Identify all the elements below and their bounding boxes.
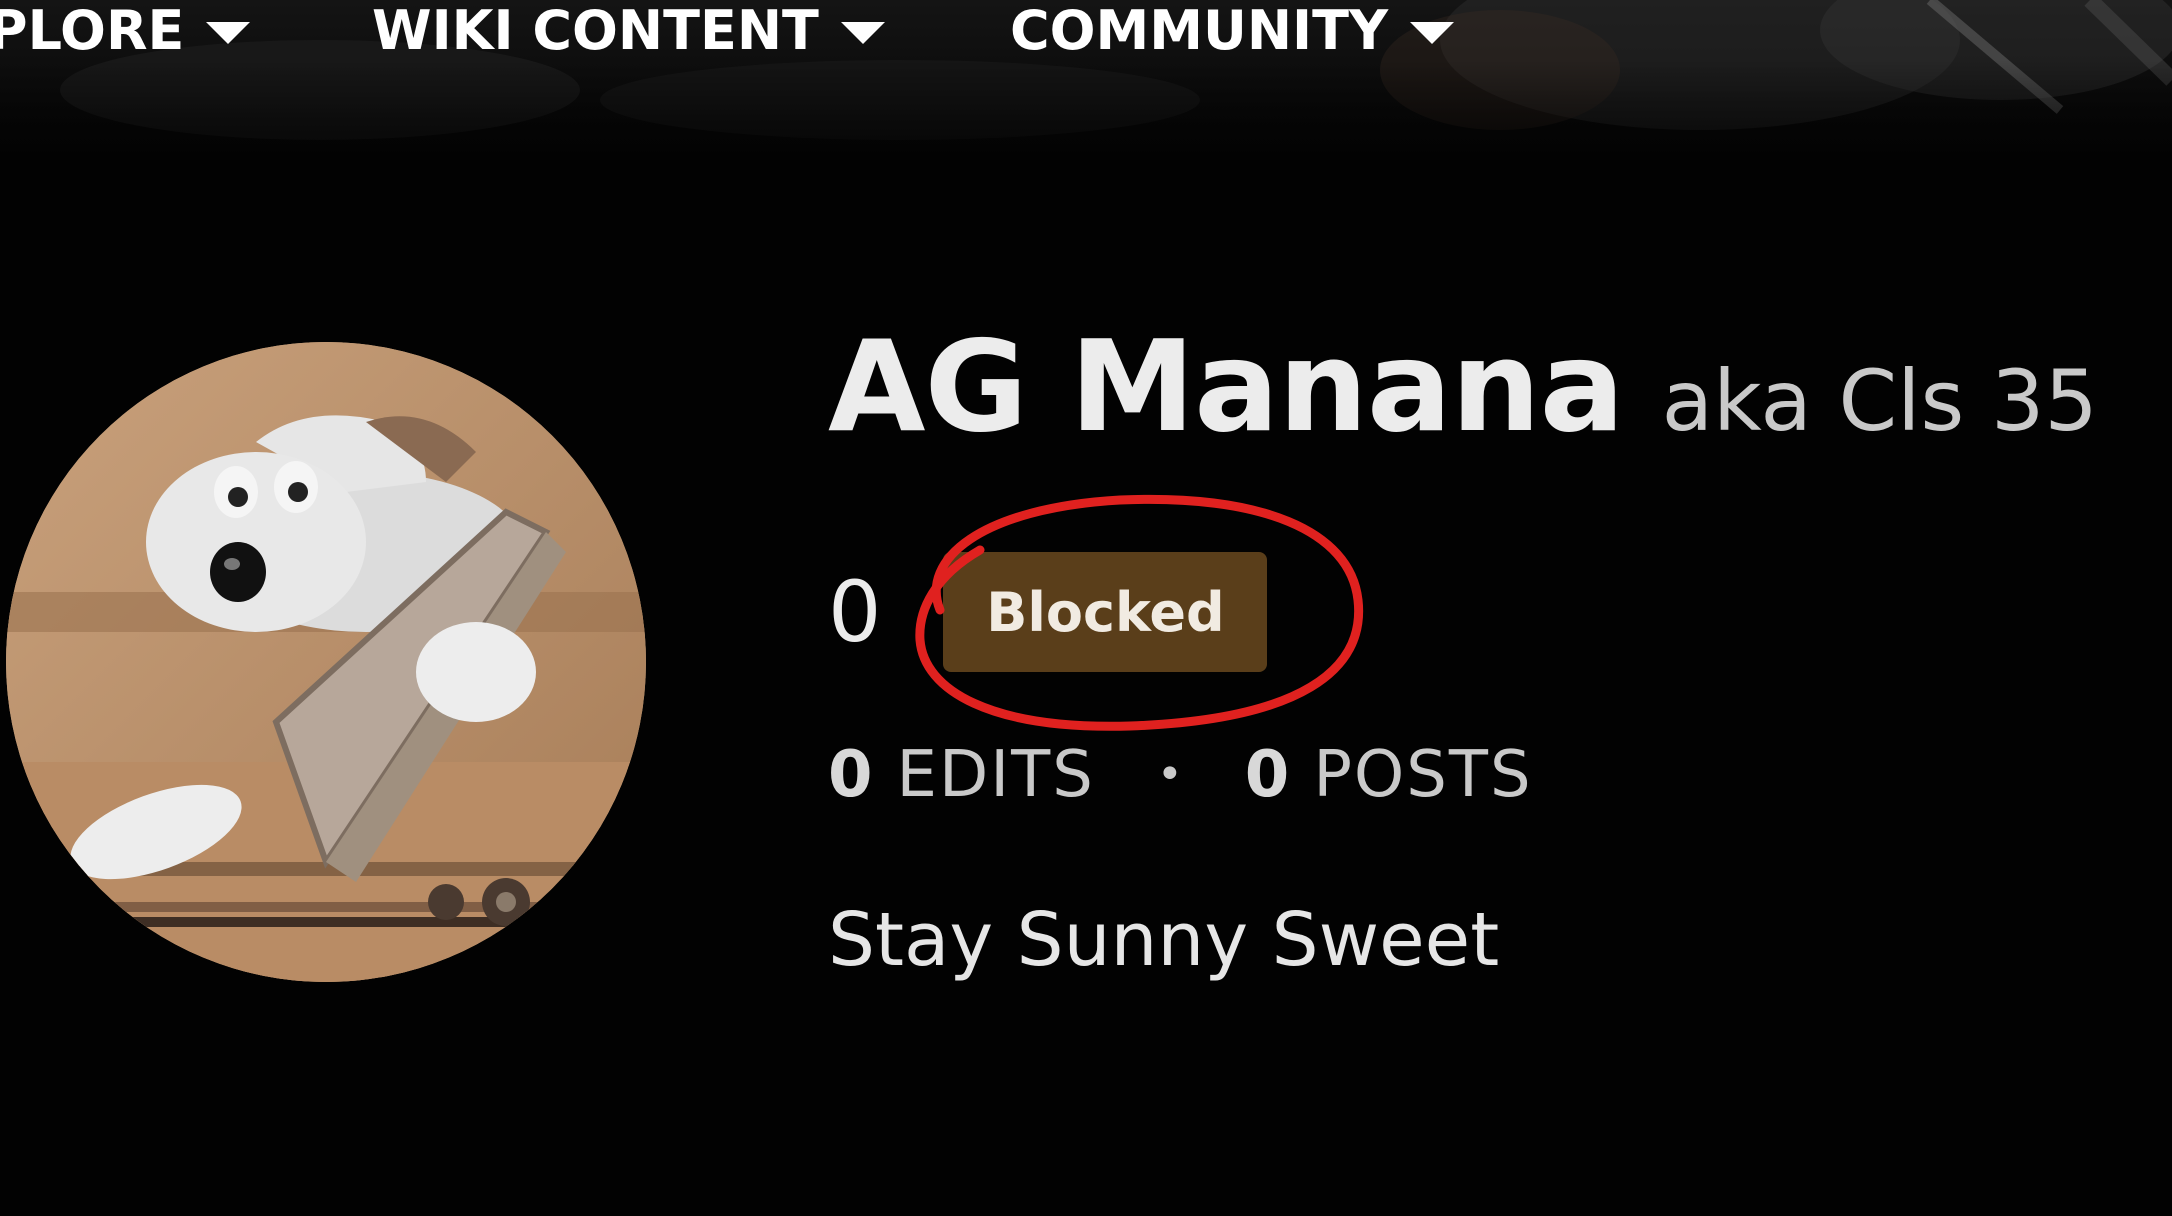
nav-community[interactable]: COMMUNITY bbox=[1010, 0, 1455, 62]
avatar[interactable] bbox=[6, 342, 646, 982]
dot-separator: • bbox=[1156, 749, 1183, 800]
nav-wiki-content-label: WIKI CONTENT bbox=[372, 0, 819, 62]
rank-number: 0 bbox=[828, 563, 882, 661]
edits-count: 0 bbox=[828, 738, 873, 812]
chevron-down-icon bbox=[206, 22, 251, 44]
posts-count: 0 bbox=[1244, 738, 1290, 812]
nav-explore-label: PLORE bbox=[0, 0, 185, 62]
chevron-down-icon bbox=[1410, 22, 1455, 44]
posts-label[interactable]: POSTS bbox=[1313, 740, 1532, 811]
username: AG Manana bbox=[828, 313, 1625, 460]
edits-label[interactable]: EDITS bbox=[897, 740, 1095, 811]
avatar-image bbox=[6, 342, 646, 982]
nav-wiki-content[interactable]: WIKI CONTENT bbox=[372, 0, 885, 62]
profile-name-row: AG Manana aka Cls 35 bbox=[828, 313, 2098, 460]
profile-status-row: 0 Blocked bbox=[828, 552, 1268, 672]
profile-banner: PLORE WIKI CONTENT COMMUNITY bbox=[0, 0, 2172, 190]
nav-community-label: COMMUNITY bbox=[1010, 0, 1389, 62]
profile-counts: 0 EDITS • 0 POSTS bbox=[828, 738, 1533, 812]
chevron-down-icon bbox=[840, 22, 885, 44]
alias-text: aka Cls 35 bbox=[1661, 352, 2098, 450]
profile-bio: Stay Sunny Sweet bbox=[828, 897, 1500, 983]
blocked-badge: Blocked bbox=[943, 552, 1268, 672]
nav-explore[interactable]: PLORE bbox=[0, 0, 251, 62]
top-navigation: PLORE WIKI CONTENT COMMUNITY bbox=[0, 0, 2172, 70]
